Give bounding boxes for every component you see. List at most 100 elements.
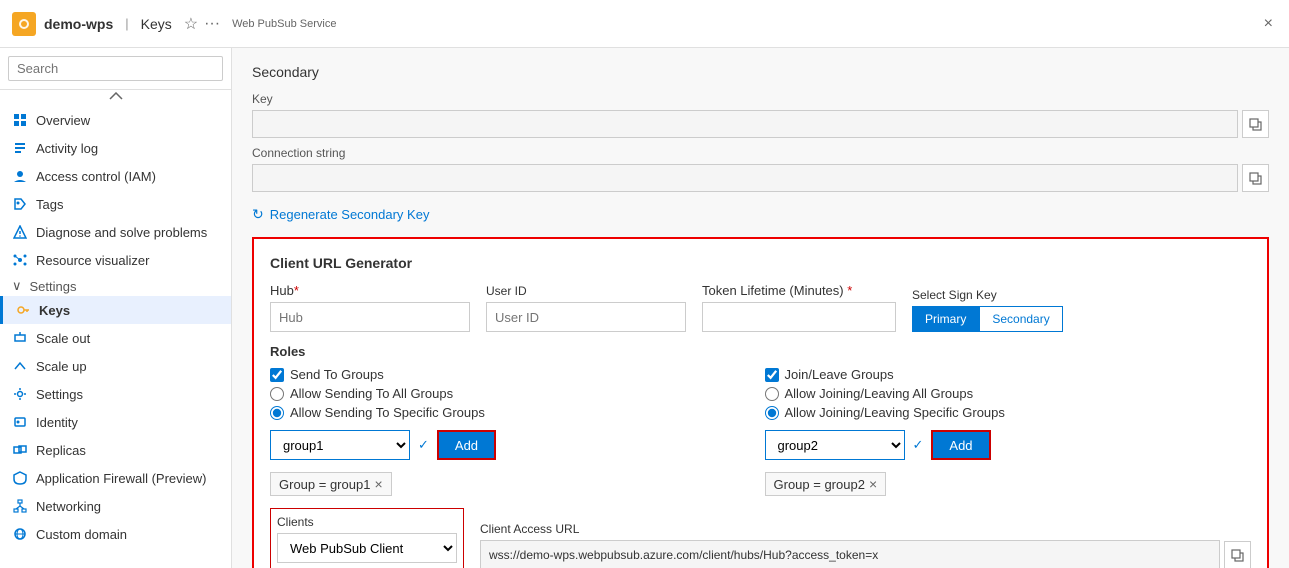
join-group-select-row: group2 ✓ Add (765, 430, 1252, 460)
connection-string-copy-button[interactable] (1242, 164, 1269, 192)
title-separator: | (125, 16, 128, 31)
sidebar-item-tags-label: Tags (36, 197, 63, 212)
section-label: Secondary (252, 64, 1269, 80)
sidebar-item-keys[interactable]: Keys (0, 296, 231, 324)
sign-key-label: Select Sign Key (912, 288, 1063, 302)
more-options-icon[interactable]: ··· (204, 15, 220, 33)
sidebar-item-tags[interactable]: Tags (0, 190, 231, 218)
allow-joining-specific-groups-label: Allow Joining/Leaving Specific Groups (785, 405, 1005, 420)
sidebar-item-identity[interactable]: Identity (0, 408, 231, 436)
token-lifetime-input[interactable]: 60 (702, 302, 896, 332)
group1-select[interactable]: group1 (270, 430, 410, 460)
sign-key-secondary-button[interactable]: Secondary (979, 306, 1062, 332)
title-bar: demo-wps | Keys ☆ ··· Web PubSub Service… (0, 0, 1289, 48)
allow-sending-all-groups-radio[interactable] (270, 387, 284, 401)
key-input-row (252, 110, 1269, 138)
roles-section: Roles Send To Groups Allow Sending To Al… (270, 344, 1251, 496)
sidebar-item-networking[interactable]: Networking (0, 492, 231, 520)
client-access-url-copy-button[interactable] (1224, 541, 1251, 568)
regenerate-secondary-key-button[interactable]: ↻ Regenerate Secondary Key (252, 200, 429, 229)
regenerate-icon: ↻ (252, 206, 264, 223)
content-area: Secondary Key Connection string ↻ (232, 48, 1289, 568)
sidebar-search-container (0, 48, 231, 90)
client-access-url-input[interactable] (480, 540, 1220, 568)
group1-checkmark: ✓ (418, 437, 429, 453)
sidebar: Overview Activity log Access control (IA… (0, 48, 232, 568)
sidebar-item-networking-label: Networking (36, 499, 101, 514)
allow-joining-all-groups-radio[interactable] (765, 387, 779, 401)
sidebar-item-activity-log[interactable]: Activity log (0, 134, 231, 162)
allow-sending-specific-groups-label: Allow Sending To Specific Groups (290, 405, 485, 420)
sidebar-item-custom-domain[interactable]: Custom domain (0, 520, 231, 548)
sidebar-item-scale-out[interactable]: Scale out (0, 324, 231, 352)
key-input[interactable] (252, 110, 1238, 138)
key-copy-button[interactable] (1242, 110, 1269, 138)
allow-sending-specific-groups-radio[interactable] (270, 406, 284, 420)
connection-string-input-row (252, 164, 1269, 192)
group1-tags: Group = group1 × (270, 472, 757, 496)
regenerate-label: Regenerate Secondary Key (270, 207, 430, 222)
sidebar-item-scale-up-label: Scale up (36, 359, 87, 374)
title-bar-actions[interactable]: ☆ ··· (184, 14, 220, 34)
sidebar-item-app-firewall-label: Application Firewall (Preview) (36, 471, 207, 486)
group1-tag-close[interactable]: × (374, 476, 382, 492)
sidebar-item-settings[interactable]: Settings (0, 380, 231, 408)
sidebar-item-diagnose[interactable]: Diagnose and solve problems (0, 218, 231, 246)
sidebar-item-replicas[interactable]: Replicas (0, 436, 231, 464)
sidebar-item-custom-domain-label: Custom domain (36, 527, 127, 542)
sidebar-item-replicas-label: Replicas (36, 443, 86, 458)
hub-input[interactable] (270, 302, 470, 332)
favorite-icon[interactable]: ☆ (184, 14, 198, 34)
group2-tag-close[interactable]: × (869, 476, 877, 492)
service-icon (12, 12, 36, 36)
main-layout: Overview Activity log Access control (IA… (0, 48, 1289, 568)
sidebar-item-scale-out-label: Scale out (36, 331, 90, 346)
sidebar-item-resource-visualizer[interactable]: Resource visualizer (0, 246, 231, 274)
bottom-row: Clients Web PubSub Client Client Access … (270, 508, 1251, 568)
sidebar-item-app-firewall[interactable]: Application Firewall (Preview) (0, 464, 231, 492)
hub-input-group: Hub* (270, 283, 470, 332)
group2-select[interactable]: group2 (765, 430, 905, 460)
clients-group: Clients Web PubSub Client (270, 508, 464, 568)
group2-tag-label: Group = group2 (774, 477, 865, 492)
client-url-generator-box: Client URL Generator Hub* User ID Token … (252, 237, 1269, 568)
add-group2-button[interactable]: Add (931, 430, 990, 460)
send-group-select-row: group1 ✓ Add (270, 430, 757, 460)
roles-col-left: Send To Groups Allow Sending To All Grou… (270, 367, 757, 496)
settings-section-chevron: ∨ (12, 278, 22, 294)
key-section: Key (252, 92, 1269, 138)
networking-icon (12, 498, 28, 514)
join-leave-groups-label: Join/Leave Groups (785, 367, 894, 382)
sidebar-item-activity-log-label: Activity log (36, 141, 98, 156)
sidebar-item-access-control[interactable]: Access control (IAM) (0, 162, 231, 190)
token-lifetime-label: Token Lifetime (Minutes) * (702, 283, 896, 298)
allow-joining-specific-groups-row: Allow Joining/Leaving Specific Groups (765, 405, 1252, 420)
sign-key-buttons: Primary Secondary (912, 306, 1063, 332)
roles-col-right: Join/Leave Groups Allow Joining/Leaving … (765, 367, 1252, 496)
connection-string-section: Connection string (252, 146, 1269, 192)
sidebar-item-scale-up[interactable]: Scale up (0, 352, 231, 380)
join-leave-groups-checkbox[interactable] (765, 368, 779, 382)
keys-icon (15, 302, 31, 318)
send-to-groups-checkbox[interactable] (270, 368, 284, 382)
clients-select[interactable]: Web PubSub Client (277, 533, 457, 563)
close-button[interactable]: × (1260, 11, 1277, 37)
sign-key-primary-button[interactable]: Primary (912, 306, 979, 332)
connection-string-input[interactable] (252, 164, 1238, 192)
sidebar-item-overview[interactable]: Overview (0, 106, 231, 134)
search-input[interactable] (8, 56, 223, 81)
service-subtitle: Web PubSub Service (232, 18, 336, 30)
client-access-url-label: Client Access URL (480, 522, 1251, 536)
token-lifetime-input-group: Token Lifetime (Minutes) * 60 (702, 283, 896, 332)
add-group1-button[interactable]: Add (437, 430, 496, 460)
client-access-url-row (480, 540, 1251, 568)
group1-tag-label: Group = group1 (279, 477, 370, 492)
custom-domain-icon (12, 526, 28, 542)
identity-icon (12, 414, 28, 430)
sidebar-item-access-control-label: Access control (IAM) (36, 169, 156, 184)
clients-label: Clients (277, 515, 457, 529)
userid-input-group: User ID (486, 284, 686, 332)
allow-joining-specific-groups-radio[interactable] (765, 406, 779, 420)
userid-input[interactable] (486, 302, 686, 332)
sign-key-group: Select Sign Key Primary Secondary (912, 288, 1063, 332)
